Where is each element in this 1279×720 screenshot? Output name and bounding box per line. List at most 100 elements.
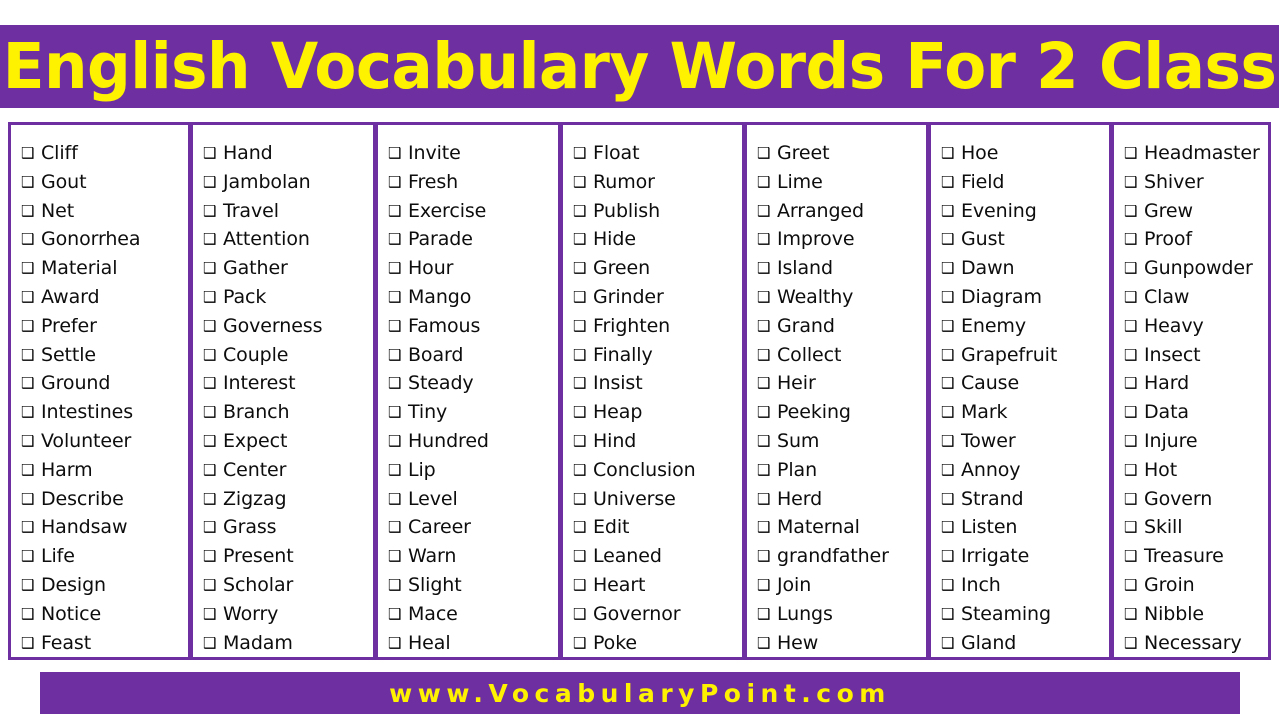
word-list-item[interactable]: ❑ Float — [573, 139, 742, 168]
word-list-item[interactable]: ❑ Attention — [203, 225, 373, 254]
checkbox-square-icon[interactable]: ❑ — [757, 629, 777, 657]
word-list-item[interactable]: ❑ grandfather — [757, 542, 926, 571]
checkbox-square-icon[interactable]: ❑ — [757, 254, 777, 283]
word-list-item[interactable]: ❑ Govern — [1124, 485, 1268, 514]
checkbox-square-icon[interactable]: ❑ — [757, 197, 777, 226]
word-list-item[interactable]: ❑ Enemy — [941, 312, 1109, 341]
checkbox-square-icon[interactable]: ❑ — [757, 341, 777, 370]
word-list-item[interactable]: ❑ Present — [203, 542, 373, 571]
word-list-item[interactable]: ❑ Scholar — [203, 571, 373, 600]
word-list-item[interactable]: ❑ Conclusion — [573, 456, 742, 485]
checkbox-square-icon[interactable]: ❑ — [203, 168, 223, 197]
word-list-item[interactable]: ❑ Grinder — [573, 283, 742, 312]
word-list-item[interactable]: ❑ Warn — [388, 542, 558, 571]
word-list-item[interactable]: ❑ Strand — [941, 485, 1109, 514]
checkbox-square-icon[interactable]: ❑ — [573, 283, 593, 312]
word-list-item[interactable]: ❑ Injure — [1124, 427, 1268, 456]
word-list-item[interactable]: ❑ Parade — [388, 225, 558, 254]
checkbox-square-icon[interactable]: ❑ — [388, 456, 408, 485]
checkbox-square-icon[interactable]: ❑ — [757, 225, 777, 254]
word-list-item[interactable]: ❑ Necessary — [1124, 629, 1268, 657]
word-list-item[interactable]: ❑ Gout — [21, 168, 188, 197]
word-list-item[interactable]: ❑ Groin — [1124, 571, 1268, 600]
checkbox-square-icon[interactable]: ❑ — [388, 629, 408, 657]
checkbox-square-icon[interactable]: ❑ — [941, 629, 961, 657]
checkbox-square-icon[interactable]: ❑ — [573, 571, 593, 600]
word-list-item[interactable]: ❑ Nibble — [1124, 600, 1268, 629]
word-list-item[interactable]: ❑ Hard — [1124, 369, 1268, 398]
checkbox-square-icon[interactable]: ❑ — [757, 283, 777, 312]
word-list-item[interactable]: ❑ Mark — [941, 398, 1109, 427]
word-list-item[interactable]: ❑ Herd — [757, 485, 926, 514]
checkbox-square-icon[interactable]: ❑ — [21, 427, 41, 456]
checkbox-square-icon[interactable]: ❑ — [757, 312, 777, 341]
checkbox-square-icon[interactable]: ❑ — [203, 427, 223, 456]
word-list-item[interactable]: ❑ Shiver — [1124, 168, 1268, 197]
checkbox-square-icon[interactable]: ❑ — [941, 168, 961, 197]
checkbox-square-icon[interactable]: ❑ — [203, 254, 223, 283]
word-list-item[interactable]: ❑ Couple — [203, 341, 373, 370]
word-list-item[interactable]: ❑ Intestines — [21, 398, 188, 427]
checkbox-square-icon[interactable]: ❑ — [757, 485, 777, 514]
word-list-item[interactable]: ❑ Career — [388, 513, 558, 542]
word-list-item[interactable]: ❑ Hide — [573, 225, 742, 254]
checkbox-square-icon[interactable]: ❑ — [21, 254, 41, 283]
checkbox-square-icon[interactable]: ❑ — [1124, 225, 1144, 254]
word-list-item[interactable]: ❑ Tower — [941, 427, 1109, 456]
checkbox-square-icon[interactable]: ❑ — [203, 571, 223, 600]
word-list-item[interactable]: ❑ Award — [21, 283, 188, 312]
checkbox-square-icon[interactable]: ❑ — [21, 225, 41, 254]
checkbox-square-icon[interactable]: ❑ — [388, 485, 408, 514]
checkbox-square-icon[interactable]: ❑ — [203, 513, 223, 542]
word-list-item[interactable]: ❑ Proof — [1124, 225, 1268, 254]
checkbox-square-icon[interactable]: ❑ — [757, 571, 777, 600]
checkbox-square-icon[interactable]: ❑ — [21, 168, 41, 197]
checkbox-square-icon[interactable]: ❑ — [941, 254, 961, 283]
word-list-item[interactable]: ❑ Field — [941, 168, 1109, 197]
checkbox-square-icon[interactable]: ❑ — [21, 600, 41, 629]
word-list-item[interactable]: ❑ Net — [21, 197, 188, 226]
checkbox-square-icon[interactable]: ❑ — [1124, 456, 1144, 485]
word-list-item[interactable]: ❑ Branch — [203, 398, 373, 427]
word-list-item[interactable]: ❑ Treasure — [1124, 542, 1268, 571]
word-list-item[interactable]: ❑ Skill — [1124, 513, 1268, 542]
checkbox-square-icon[interactable]: ❑ — [21, 513, 41, 542]
word-list-item[interactable]: ❑ Heal — [388, 629, 558, 657]
word-list-item[interactable]: ❑ Grand — [757, 312, 926, 341]
checkbox-square-icon[interactable]: ❑ — [388, 225, 408, 254]
word-list-item[interactable]: ❑ Lungs — [757, 600, 926, 629]
checkbox-square-icon[interactable]: ❑ — [573, 139, 593, 168]
checkbox-square-icon[interactable]: ❑ — [573, 168, 593, 197]
checkbox-square-icon[interactable]: ❑ — [21, 341, 41, 370]
checkbox-square-icon[interactable]: ❑ — [941, 542, 961, 571]
checkbox-square-icon[interactable]: ❑ — [21, 456, 41, 485]
word-list-item[interactable]: ❑ Worry — [203, 600, 373, 629]
word-list-item[interactable]: ❑ Edit — [573, 513, 742, 542]
checkbox-square-icon[interactable]: ❑ — [388, 427, 408, 456]
word-list-item[interactable]: ❑ Headmaster — [1124, 139, 1268, 168]
word-list-item[interactable]: ❑ Evening — [941, 197, 1109, 226]
checkbox-square-icon[interactable]: ❑ — [1124, 571, 1144, 600]
word-list-item[interactable]: ❑ Leaned — [573, 542, 742, 571]
word-list-item[interactable]: ❑ Board — [388, 341, 558, 370]
checkbox-square-icon[interactable]: ❑ — [757, 139, 777, 168]
word-list-item[interactable]: ❑ Annoy — [941, 456, 1109, 485]
checkbox-square-icon[interactable]: ❑ — [203, 197, 223, 226]
word-list-item[interactable]: ❑ Travel — [203, 197, 373, 226]
checkbox-square-icon[interactable]: ❑ — [573, 456, 593, 485]
word-list-item[interactable]: ❑ Diagram — [941, 283, 1109, 312]
word-list-item[interactable]: ❑ Fresh — [388, 168, 558, 197]
word-list-item[interactable]: ❑ Interest — [203, 369, 373, 398]
word-list-item[interactable]: ❑ Prefer — [21, 312, 188, 341]
checkbox-square-icon[interactable]: ❑ — [388, 571, 408, 600]
word-list-item[interactable]: ❑ Handsaw — [21, 513, 188, 542]
checkbox-square-icon[interactable]: ❑ — [1124, 600, 1144, 629]
checkbox-square-icon[interactable]: ❑ — [388, 600, 408, 629]
checkbox-square-icon[interactable]: ❑ — [941, 197, 961, 226]
checkbox-square-icon[interactable]: ❑ — [203, 629, 223, 657]
checkbox-square-icon[interactable]: ❑ — [21, 139, 41, 168]
checkbox-square-icon[interactable]: ❑ — [941, 341, 961, 370]
word-list-item[interactable]: ❑ Rumor — [573, 168, 742, 197]
checkbox-square-icon[interactable]: ❑ — [941, 427, 961, 456]
checkbox-square-icon[interactable]: ❑ — [757, 427, 777, 456]
